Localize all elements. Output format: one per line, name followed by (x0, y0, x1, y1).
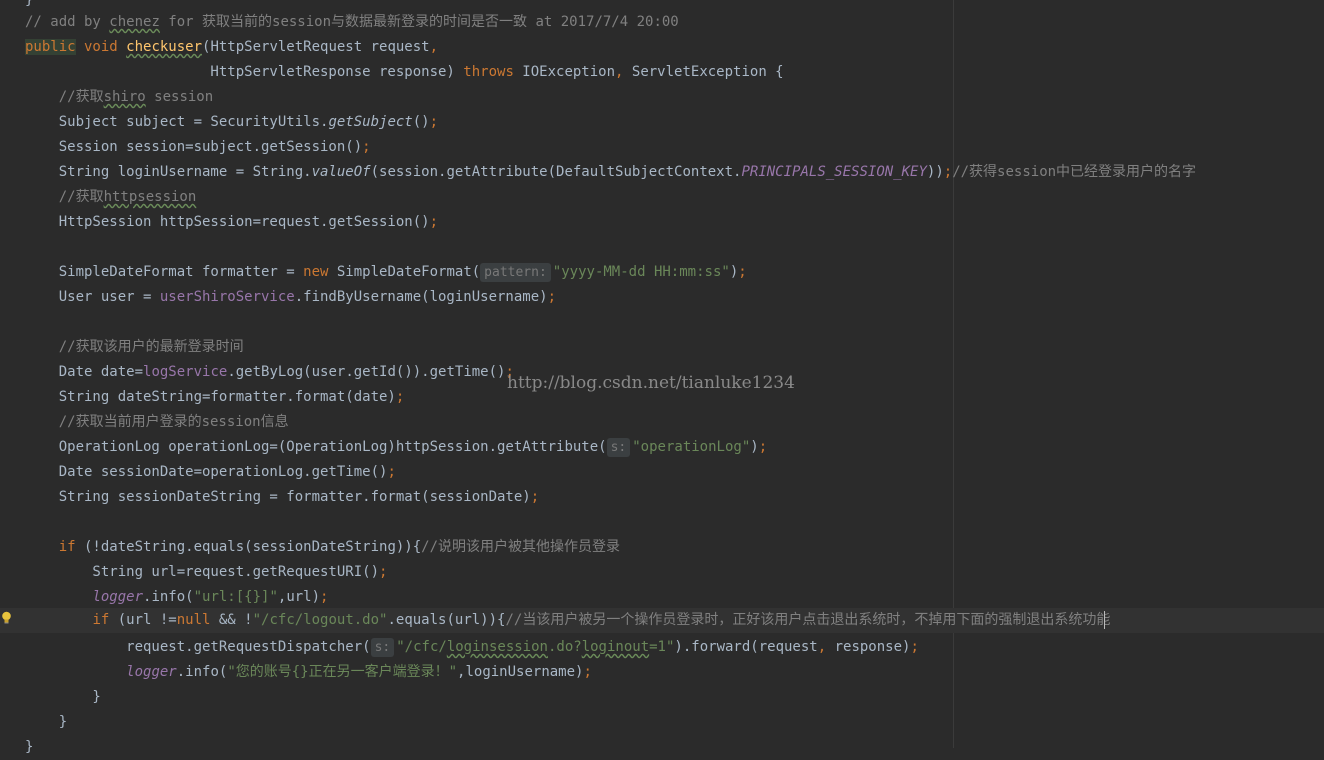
code-line-18[interactable]: OperationLog operationLog=(OperationLog)… (25, 435, 1324, 460)
code-line-17[interactable]: //获取当前用户登录的session信息 (25, 410, 1324, 435)
watermark: http://blog.csdn.net/tianluke1234 (507, 373, 795, 393)
code-editor[interactable]: } // add by chenez for 获取当前的session与数据最新… (0, 0, 1324, 755)
code-line-11[interactable]: SimpleDateFormat formatter = new SimpleD… (25, 260, 1324, 285)
code-line-19[interactable]: Date sessionDate=operationLog.getTime(); (25, 460, 1324, 485)
code-line-1[interactable]: // add by chenez for 获取当前的session与数据最新登录… (25, 10, 1324, 35)
code-line-9[interactable]: HttpSession httpSession=request.getSessi… (25, 210, 1324, 235)
code-line-3[interactable]: HttpServletResponse response) throws IOE… (25, 60, 1324, 85)
code-line-22[interactable]: if (!dateString.equals(sessionDateString… (25, 535, 1324, 560)
code-line-20[interactable]: String sessionDateString = formatter.for… (25, 485, 1324, 510)
code-line-5[interactable]: Subject subject = SecurityUtils.getSubje… (25, 110, 1324, 135)
code-line-25-current[interactable]: if (url !=null && !"/cfc/logout.do".equa… (0, 608, 1324, 633)
code-line-14[interactable]: //获取该用户的最新登录时间 (25, 335, 1324, 360)
code-line-26[interactable]: request.getRequestDispatcher(s: "/cfc/log… (25, 635, 1324, 660)
code-line-23[interactable]: String url=request.getRequestURI(); (25, 560, 1324, 585)
parameter-hint: s: (606, 438, 631, 457)
text-caret (1104, 611, 1105, 629)
code-line-7[interactable]: String loginUsername = String.valueOf(se… (25, 160, 1324, 185)
code-line-28[interactable]: } (25, 685, 1324, 710)
code-line-4[interactable]: //获取shiro session (25, 85, 1324, 110)
lightbulb-icon[interactable] (1, 611, 12, 624)
parameter-hint: pattern: (480, 263, 551, 282)
parameter-hint: s: (370, 638, 395, 657)
code-line-6[interactable]: Session session=subject.getSession(); (25, 135, 1324, 160)
code-line-29[interactable]: } (25, 710, 1324, 735)
code-line-8[interactable]: //获取httpsession (25, 185, 1324, 210)
code-line-24[interactable]: logger.info("url:[{}]",url); (25, 585, 1324, 610)
code-line-27[interactable]: logger.info("您的账号{}正在另一客户端登录！",loginUser… (25, 660, 1324, 685)
code-line-12[interactable]: User user = userShiroService.findByUsern… (25, 285, 1324, 310)
code-line-2[interactable]: public void checkuser(HttpServletRequest… (25, 35, 1324, 60)
